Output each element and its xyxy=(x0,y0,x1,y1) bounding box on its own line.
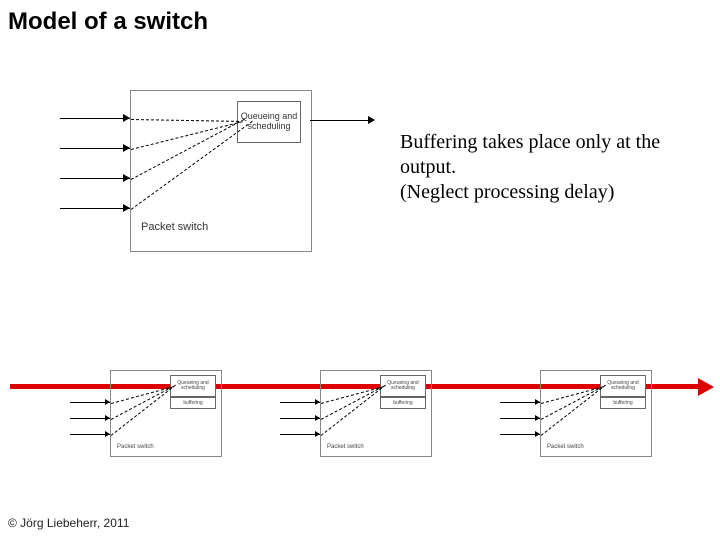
mini3-buffer: buffering xyxy=(600,397,646,409)
slide-title: Model of a switch xyxy=(8,8,208,36)
body-text: Buffering takes place only at the output… xyxy=(400,130,700,205)
mini2-buffer: buffering xyxy=(380,397,426,409)
mini1-qs: Queueing and scheduling xyxy=(170,375,216,397)
switch-diagram: Queueing and scheduling Packet switch xyxy=(60,90,380,260)
mini2-qs: Queueing and scheduling xyxy=(380,375,426,397)
packet-switch-box: Queueing and scheduling Packet switch xyxy=(130,90,312,252)
mini2-ps: Packet switch xyxy=(327,444,364,450)
mini-switch-1: Queueing and scheduling buffering Packet… xyxy=(110,370,222,457)
copyright-footer: © Jörg Liebeherr, 2011 xyxy=(8,516,129,530)
mini3-qs: Queueing and scheduling xyxy=(600,375,646,397)
mini3-ps: Packet switch xyxy=(547,444,584,450)
queueing-scheduling-box: Queueing and scheduling xyxy=(237,101,301,143)
mini-switch-3: Queueing and scheduling buffering Packet… xyxy=(540,370,652,457)
switch-chain-diagram: Queueing and scheduling buffering Packet… xyxy=(0,350,720,470)
flow-arrow-head xyxy=(698,378,714,396)
mini1-buffer: buffering xyxy=(170,397,216,409)
packet-switch-label: Packet switch xyxy=(141,221,208,233)
mini1-ps: Packet switch xyxy=(117,444,154,450)
mini-switch-2: Queueing and scheduling buffering Packet… xyxy=(320,370,432,457)
body-line-1: Buffering takes place only at the output… xyxy=(400,131,660,203)
